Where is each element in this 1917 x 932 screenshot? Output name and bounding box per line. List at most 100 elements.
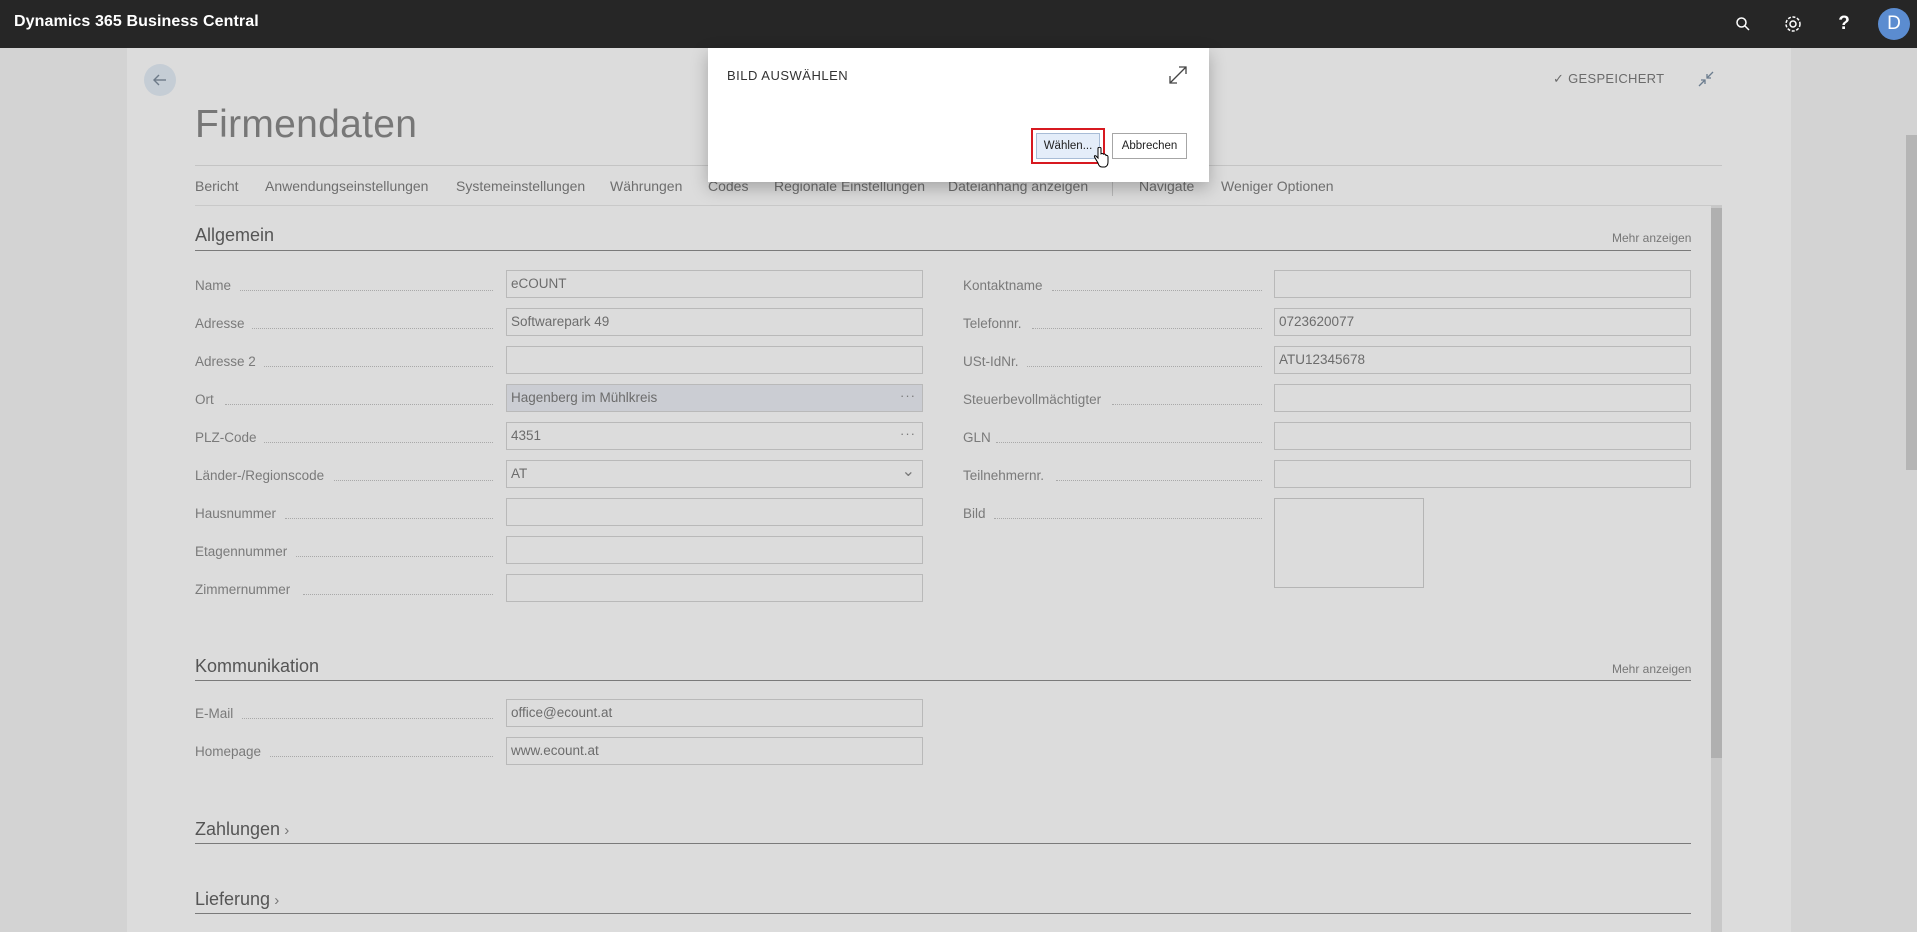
- content-scrollbar-thumb[interactable]: [1711, 208, 1722, 758]
- expand-icon[interactable]: [1167, 64, 1189, 91]
- leader-dots: [225, 404, 493, 405]
- field-label: Bild: [963, 506, 986, 521]
- lookup-ellipsis-icon[interactable]: ···: [900, 388, 916, 403]
- tax-representative-field[interactable]: [1274, 384, 1691, 412]
- settings-gear-icon[interactable]: [1780, 11, 1806, 37]
- field-label: Hausnummer: [195, 506, 277, 521]
- section-title-delivery[interactable]: Lieferung ›: [195, 889, 279, 910]
- field-value: 0723620077: [1279, 314, 1355, 329]
- chevron-down-icon[interactable]: ⌄: [902, 461, 916, 481]
- house-number-field[interactable]: [506, 498, 923, 526]
- chevron-right-icon: ›: [270, 892, 280, 909]
- field-label: Steuerbevollmächtigter: [963, 392, 1102, 407]
- phone-field[interactable]: 0723620077: [1274, 308, 1691, 336]
- field-label: Zimmernummer: [195, 582, 291, 597]
- leader-dots: [996, 442, 1262, 443]
- field-value: 4351: [511, 428, 542, 443]
- leader-dots: [1112, 404, 1262, 405]
- picture-field[interactable]: [1274, 498, 1424, 588]
- gln-field[interactable]: [1274, 422, 1691, 450]
- field-value: AT: [511, 466, 528, 481]
- leader-dots: [994, 518, 1262, 519]
- select-picture-dialog: BILD AUSWÄHLEN Wählen... Abbrechen: [708, 48, 1209, 182]
- action-app-settings[interactable]: Anwendungseinstellungen: [265, 178, 428, 194]
- page-scrollbar-thumb[interactable]: [1906, 135, 1917, 470]
- field-value: www.ecount.at: [511, 743, 599, 758]
- checkmark-icon: ✓: [1553, 71, 1569, 86]
- field-label: USt-IdNr.: [963, 354, 1019, 369]
- section-title-payments[interactable]: Zahlungen ›: [195, 819, 289, 840]
- field-value: Hagenberg im Mühlkreis: [511, 390, 658, 405]
- divider: [195, 205, 1722, 206]
- section-title-communication[interactable]: Kommunikation: [195, 656, 319, 677]
- app-title[interactable]: Dynamics 365 Business Central: [14, 13, 259, 31]
- field-label: Adresse: [195, 316, 245, 331]
- participant-number-field[interactable]: [1274, 460, 1691, 488]
- action-report[interactable]: Bericht: [195, 178, 239, 194]
- hand-cursor-icon: [1093, 146, 1109, 174]
- show-more-communication[interactable]: Mehr anzeigen: [1612, 662, 1691, 676]
- help-icon[interactable]: ?: [1831, 11, 1857, 37]
- action-fewer-options[interactable]: Weniger Optionen: [1221, 178, 1334, 194]
- section-title-general[interactable]: Allgemein: [195, 225, 274, 246]
- floor-number-field[interactable]: [506, 536, 923, 564]
- collapse-icon[interactable]: [1697, 70, 1715, 93]
- field-label: Länder-/Regionscode: [195, 468, 325, 483]
- leader-dots: [252, 328, 493, 329]
- field-label: PLZ-Code: [195, 430, 257, 445]
- room-number-field[interactable]: [506, 574, 923, 602]
- field-label: Etagennummer: [195, 544, 288, 559]
- leader-dots: [240, 290, 493, 291]
- lookup-ellipsis-icon[interactable]: ···: [900, 426, 916, 441]
- vat-id-field[interactable]: ATU12345678: [1274, 346, 1691, 374]
- field-label: Ort: [195, 392, 214, 407]
- section-label: Lieferung: [195, 889, 271, 909]
- field-label: Telefonnr.: [963, 316, 1022, 331]
- postcode-field[interactable]: 4351 ···: [506, 422, 923, 450]
- leader-dots: [303, 594, 493, 595]
- back-button[interactable]: [144, 64, 176, 96]
- field-label: Name: [195, 278, 232, 293]
- name-field[interactable]: eCOUNT: [506, 270, 923, 298]
- contact-name-field[interactable]: [1274, 270, 1691, 298]
- field-label: Kontaktname: [963, 278, 1043, 293]
- page-title: Firmendaten: [195, 103, 418, 146]
- saved-status: ✓ GESPEICHERT: [1553, 71, 1664, 87]
- field-label: Teilnehmernr.: [963, 468, 1045, 483]
- field-value: eCOUNT: [511, 276, 567, 291]
- choose-button[interactable]: Wählen...: [1031, 128, 1105, 164]
- leader-dots: [285, 518, 493, 519]
- field-value: ATU12345678: [1279, 352, 1366, 367]
- leader-dots: [296, 556, 493, 557]
- top-bar: Dynamics 365 Business Central ? D: [0, 0, 1917, 48]
- avatar[interactable]: D: [1878, 8, 1910, 40]
- leader-dots: [1032, 328, 1262, 329]
- leader-dots: [270, 756, 493, 757]
- field-value: Softwarepark 49: [511, 314, 610, 329]
- cancel-button[interactable]: Abbrechen: [1112, 133, 1187, 159]
- section-divider: [195, 680, 1691, 681]
- field-label: E-Mail: [195, 706, 234, 721]
- field-label: Homepage: [195, 744, 262, 759]
- city-field[interactable]: Hagenberg im Mühlkreis ···: [506, 384, 923, 412]
- section-divider: [195, 913, 1691, 914]
- homepage-field[interactable]: www.ecount.at: [506, 737, 923, 765]
- arrow-left-icon: [153, 74, 166, 86]
- leader-dots: [1052, 290, 1262, 291]
- search-icon[interactable]: [1730, 11, 1756, 37]
- address-field[interactable]: Softwarepark 49: [506, 308, 923, 336]
- dialog-title: BILD AUSWÄHLEN: [727, 68, 849, 83]
- leader-dots: [334, 480, 493, 481]
- field-label: GLN: [963, 430, 991, 445]
- action-currencies[interactable]: Währungen: [610, 178, 682, 194]
- address-2-field[interactable]: [506, 346, 923, 374]
- leader-dots: [242, 718, 493, 719]
- section-label: Zahlungen: [195, 819, 281, 839]
- section-divider: [195, 843, 1691, 844]
- email-field[interactable]: office@ecount.at: [506, 699, 923, 727]
- country-region-select[interactable]: AT ⌄: [506, 460, 923, 488]
- action-system-settings[interactable]: Systemeinstellungen: [456, 178, 585, 194]
- field-value: office@ecount.at: [511, 705, 613, 720]
- show-more-general[interactable]: Mehr anzeigen: [1612, 231, 1691, 245]
- leader-dots: [264, 442, 493, 443]
